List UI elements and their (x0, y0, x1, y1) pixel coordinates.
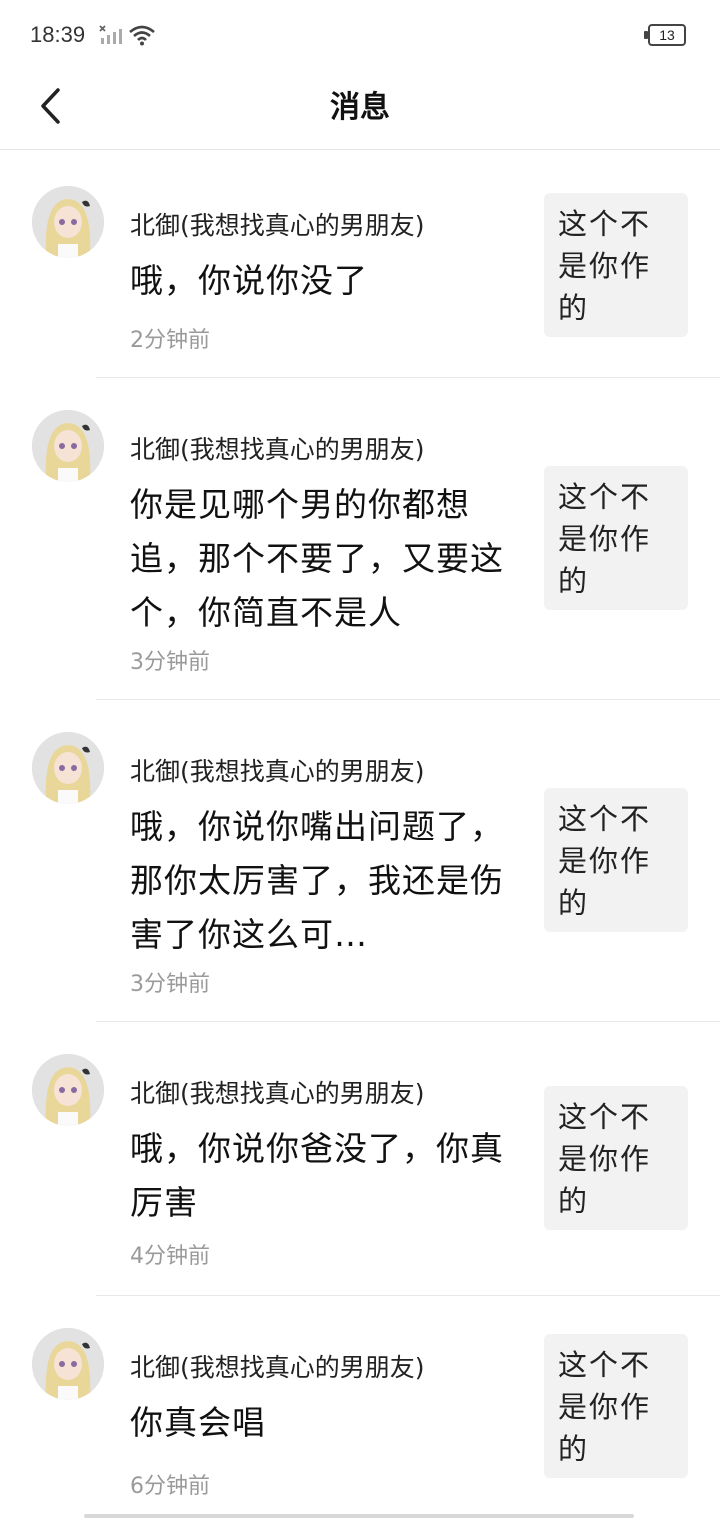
message-text: 哦，你说你没了 (130, 261, 368, 300)
post-thumbnail[interactable]: 这个不是你作的 (544, 466, 688, 610)
list-item[interactable]: 北御(我想找真心的男朋友) 哦，你说你没了 2分钟前 这个不是你作的 (0, 152, 720, 378)
status-bar: 18:39 13 (0, 0, 720, 72)
avatar[interactable] (32, 1054, 104, 1126)
message-time: 2分钟前 (130, 328, 210, 353)
battery-icon: 13 (644, 24, 686, 46)
post-thumbnail[interactable]: 这个不是你作的 (544, 788, 688, 932)
message-time: 3分钟前 (130, 650, 210, 675)
wifi-icon (129, 25, 155, 46)
message-time: 6分钟前 (130, 1474, 210, 1499)
post-thumbnail[interactable]: 这个不是你作的 (544, 1334, 688, 1478)
message-text: 你是见哪个男的你都想追，那个不要了，又要这个，你简直不是人 (130, 485, 504, 632)
message-list: 北御(我想找真心的男朋友) 哦，你说你没了 2分钟前 这个不是你作的 北御(我想… (0, 152, 720, 1518)
home-indicator (84, 1514, 634, 1518)
battery-level: 13 (659, 27, 675, 43)
list-item[interactable]: 北御(我想找真心的男朋友) 你真会唱 6分钟前 这个不是你作的 (0, 1296, 720, 1518)
sender-name: 北御(我想找真心的男朋友) (130, 1353, 425, 1382)
signal-icon (99, 25, 122, 44)
avatar[interactable] (32, 732, 104, 804)
list-item[interactable]: 北御(我想找真心的男朋友) 哦，你说你爸没了，你真厉害 4分钟前 这个不是你作的 (0, 1022, 720, 1296)
sender-name: 北御(我想找真心的男朋友) (130, 757, 425, 786)
message-time: 3分钟前 (130, 972, 210, 997)
avatar[interactable] (32, 1328, 104, 1400)
message-text: 你真会唱 (130, 1403, 266, 1442)
page-title: 消息 (330, 90, 390, 125)
avatar[interactable] (32, 186, 104, 258)
avatar-image (32, 186, 104, 258)
avatar-image (32, 1054, 104, 1126)
sender-name: 北御(我想找真心的男朋友) (130, 1079, 425, 1108)
avatar[interactable] (32, 410, 104, 482)
message-text: 哦，你说你嘴出问题了，那你太厉害了，我还是伤害了你这么可… (130, 807, 504, 954)
avatar-image (32, 732, 104, 804)
nav-bar: 消息 (0, 72, 720, 150)
sender-name: 北御(我想找真心的男朋友) (130, 211, 425, 240)
avatar-image (32, 410, 104, 482)
list-item[interactable]: 北御(我想找真心的男朋友) 你是见哪个男的你都想追，那个不要了，又要这个，你简直… (0, 378, 720, 700)
post-thumbnail[interactable]: 这个不是你作的 (544, 1086, 688, 1230)
status-time: 18:39 (30, 22, 86, 47)
message-text: 哦，你说你爸没了，你真厉害 (130, 1129, 504, 1222)
post-thumbnail[interactable]: 这个不是你作的 (544, 193, 688, 337)
list-item[interactable]: 北御(我想找真心的男朋友) 哦，你说你嘴出问题了，那你太厉害了，我还是伤害了你这… (0, 700, 720, 1022)
avatar-image (32, 1328, 104, 1400)
sender-name: 北御(我想找真心的男朋友) (130, 435, 425, 464)
message-time: 4分钟前 (130, 1244, 210, 1269)
